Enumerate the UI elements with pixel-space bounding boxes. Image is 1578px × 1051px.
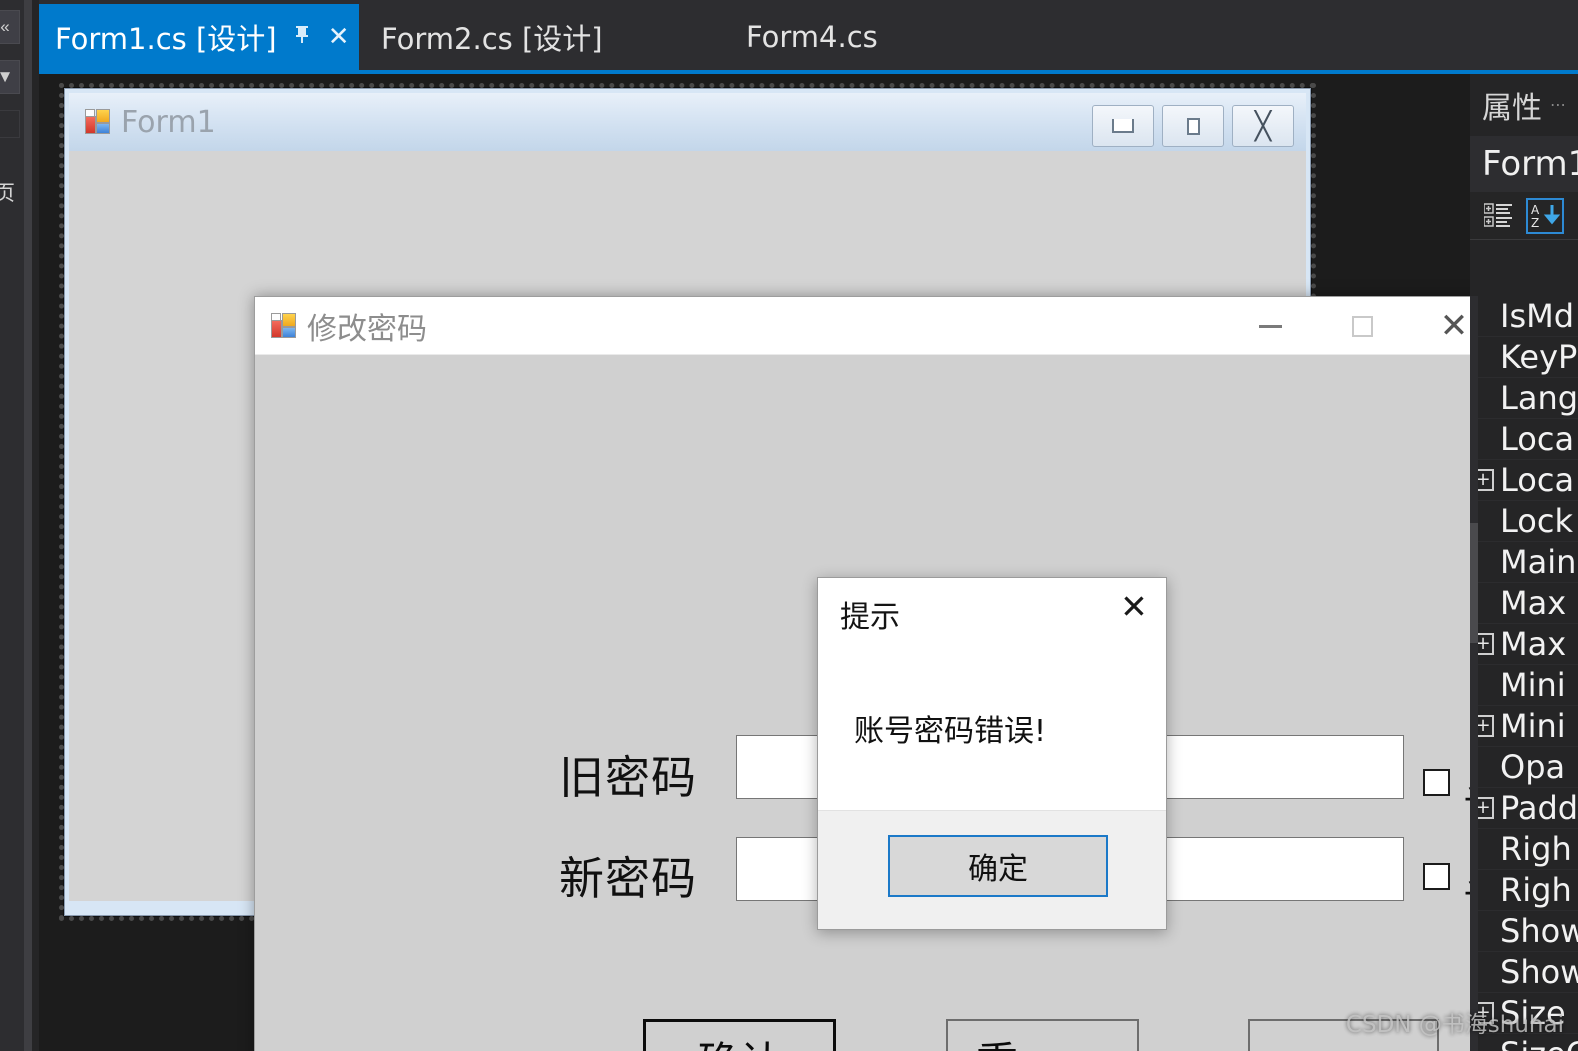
toolbox-strip-button[interactable] [0,110,20,138]
property-name: Padd [1500,789,1578,827]
vs-form-icon [271,312,297,339]
property-row[interactable]: + Loca [1470,460,1578,501]
collapse-chevron-button[interactable]: « [0,10,20,44]
minimize-icon [1258,324,1282,328]
alphabetical-sort-button[interactable]: A Z [1526,197,1564,234]
editor-tab-bar: Form1.cs [设计] ✕ Form2.cs [设计] Form4.cs [39,0,1578,74]
property-name: Main [1500,543,1577,581]
properties-panel: 属性 ⋯ Form1 A Z [1470,74,1578,1051]
property-name: Loca [1500,461,1575,499]
properties-panel-title: 属性 [1482,91,1542,126]
message-box-ok-button[interactable]: 确定 [888,835,1108,897]
properties-scrollbar[interactable] [1470,296,1478,1051]
dialog-title-bar: 修改密码 ✕ [255,297,1500,355]
property-row[interactable]: Opa [1470,747,1578,788]
message-box-title-bar: 提示 ✕ [818,578,1166,640]
checkbox-box-icon [1423,863,1450,890]
form-designer-surface: Form1 ╳ 修改密码 ✕ 旧密码 新密码 提示 ✕ 账号密码错误! 确定 [39,74,1578,1051]
pin-icon[interactable] [291,24,313,50]
tab-label: Form4.cs [746,20,878,54]
selected-object-name: Form1 [1482,144,1578,184]
svg-text:Z: Z [1531,216,1539,229]
maximize-icon [1351,315,1373,337]
close-icon[interactable]: ✕ [1110,584,1158,628]
tab-label: Form1.cs [设计] [55,22,277,56]
property-name: Show [1500,912,1578,950]
message-box-title: 提示 [840,600,900,635]
close-icon: ✕ [1439,306,1469,346]
properties-selected-object[interactable]: Form1 [1470,136,1578,192]
minimize-icon [1112,119,1134,133]
property-row[interactable]: Loca [1470,419,1578,460]
properties-list[interactable]: IsMd KeyP Lang Loca + Loca Lock Main Max + Max Mini… [1470,296,1578,1051]
property-row[interactable]: Mini [1470,665,1578,706]
property-name: Righ [1500,830,1572,868]
property-name: IsMd [1500,297,1575,335]
properties-toolbar: A Z [1470,192,1578,240]
svg-text:A: A [1531,203,1540,217]
maximize-icon [1186,117,1200,135]
minimize-button[interactable] [1092,105,1154,147]
close-button[interactable]: ╳ [1232,105,1294,147]
tab-form2-cs-design[interactable]: Form2.cs [设计] [365,4,611,70]
form1-title-text: Form1 [121,104,216,140]
property-name: Max [1500,584,1567,622]
property-row[interactable]: Righ [1470,870,1578,911]
property-row[interactable]: Max [1470,583,1578,624]
old-password-label: 旧密码 [559,751,698,804]
scrollbar-thumb[interactable] [1470,522,1478,643]
dialog-minimize-button[interactable] [1224,297,1316,355]
property-row[interactable]: Main [1470,542,1578,583]
property-name: Max [1500,625,1567,663]
property-name: Mini [1500,666,1566,704]
tab-form4-cs[interactable]: Form4.cs [694,4,886,70]
message-box[interactable]: 提示 ✕ 账号密码错误! 确定 [817,577,1167,930]
close-icon: ╳ [1254,110,1272,142]
property-row[interactable]: Lock [1470,501,1578,542]
left-dock-strip: « ▼ 页 [0,0,24,1051]
left-panel-divider-2 [32,0,39,1051]
property-row[interactable]: IsMd [1470,296,1578,337]
property-name: KeyP [1500,338,1578,376]
vs-ide-window: « ▼ 页 Form1.cs [设计] ✕ Form2.cs [设计] Form… [0,0,1578,1051]
property-name: Righ [1500,871,1572,909]
watermark: CSDN @书海shuhai [1345,1012,1564,1038]
close-icon[interactable]: ✕ [327,22,351,52]
property-row[interactable]: KeyP [1470,337,1578,378]
property-name: Show [1500,953,1578,991]
form1-title-bar: Form1 ╳ [69,93,1306,151]
property-row[interactable]: Righ [1470,829,1578,870]
property-name: Lang [1500,379,1578,417]
toolbox-vertical-label: 页 [0,181,15,205]
property-row[interactable]: + Padd [1470,788,1578,829]
property-row[interactable]: Show [1470,911,1578,952]
checkbox-box-icon [1423,769,1450,796]
vs-form-icon [85,109,111,135]
message-box-text: 账号密码错误! [854,714,1047,749]
properties-panel-header: 属性 ⋯ [1470,74,1578,136]
dialog-window-buttons: ✕ [1224,297,1500,355]
panel-menu-icon[interactable]: ⋯ [1550,95,1568,115]
dialog-title-text: 修改密码 [307,311,427,347]
dropdown-chevron-button[interactable]: ▼ [0,60,20,94]
maximize-button[interactable] [1162,105,1224,147]
tab-form1-cs-design[interactable]: Form1.cs [设计] ✕ [39,4,359,70]
property-name: Lock [1500,502,1573,540]
property-name: Mini [1500,707,1566,745]
categorized-view-button[interactable] [1480,198,1518,234]
property-name: Opa [1500,748,1566,786]
new-password-label: 新密码 [559,852,698,905]
confirm-button[interactable]: 确认 [643,1019,836,1051]
property-row[interactable]: + Mini [1470,706,1578,747]
form1-window-buttons: ╳ [1092,105,1294,147]
dialog-maximize-button[interactable] [1316,297,1408,355]
reset-button[interactable]: 重 [946,1019,1139,1051]
property-name: Loca [1500,420,1575,458]
left-panel-divider [24,0,32,1051]
property-row[interactable]: Show [1470,952,1578,993]
tab-label: Form2.cs [设计] [381,22,603,56]
property-row[interactable]: Lang [1470,378,1578,419]
message-box-footer: 确定 [818,810,1166,929]
property-row[interactable]: + Max [1470,624,1578,665]
